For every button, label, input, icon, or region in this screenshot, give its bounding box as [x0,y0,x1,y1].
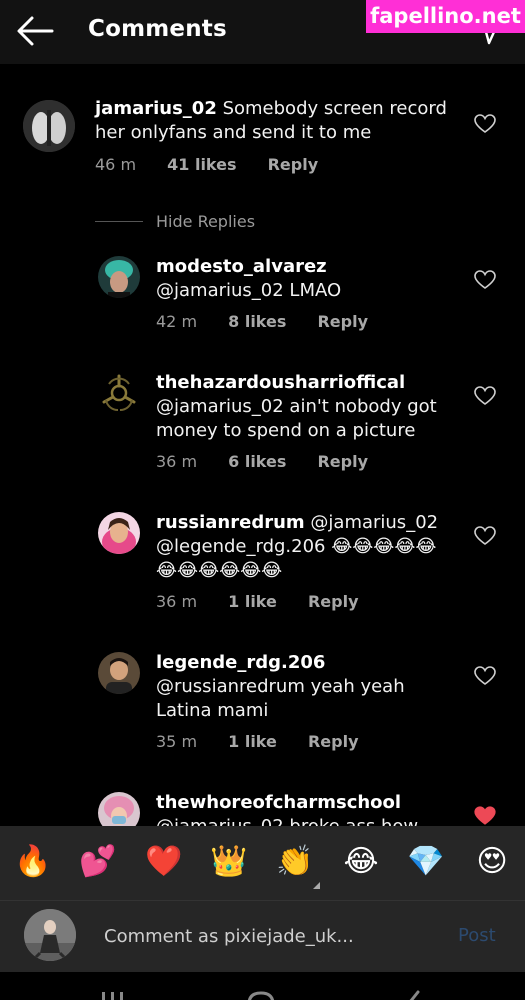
comment-username[interactable]: thewhoreofcharmschool [156,792,401,813]
fire-emoji-button[interactable]: 🔥 [13,842,53,882]
comment-composer: Post [0,900,525,972]
like-button[interactable] [474,526,496,546]
avatar[interactable] [98,792,140,826]
avatar[interactable] [98,652,140,694]
comment-likes[interactable]: 1 like [228,732,277,751]
laughing-emoji-button[interactable]: 😂 [341,842,381,882]
avatar[interactable] [98,372,140,414]
comment-text: @jamarius_02 LMAO [156,280,342,301]
comment-username[interactable]: thehazardousharrioffical [156,372,405,393]
gem-emoji-button[interactable]: 💎 [406,842,446,882]
comment-username[interactable]: modesto_alvarez [156,256,327,277]
comment-username[interactable]: legende_rdg.206 [156,652,325,673]
like-button[interactable] [474,114,496,134]
comment-body: thewhoreofcharmschool @jamarius_02 broke… [156,791,456,826]
reply-item: legende_rdg.206 @russianredrum yeah yeah… [0,646,525,766]
red-heart-emoji-button[interactable]: ❤️ [144,842,184,882]
reply-button[interactable]: Reply [317,312,368,331]
heart-outline-icon [474,114,496,133]
watermark: fapellino.net [366,0,525,33]
comment-time: 36 m [156,592,198,611]
comment-time: 35 m [156,732,198,751]
comment-time: 46 m [95,155,137,174]
like-button[interactable] [474,386,496,406]
back-nav-icon[interactable] [404,990,424,1000]
comment-meta: 42 m 8 likes Reply [156,312,368,331]
crown-emoji-button[interactable]: 👑 [209,842,249,882]
heart-outline-icon [474,526,496,545]
avatar [24,909,76,961]
comment-time: 42 m [156,312,198,331]
emoji-quick-bar: 🔥 💕 ❤️ 👑 👏 😂 💎 😍 [0,826,525,900]
skin-tone-indicator [313,882,320,889]
reply-button[interactable]: Reply [317,452,368,471]
comment-text: @jamarius_02 broke ass how [156,816,418,826]
avatar[interactable] [98,256,140,298]
comment-meta: 46 m 41 likes Reply [95,155,318,174]
clapping-emoji-button[interactable]: 👏 [275,842,315,882]
reply-item: thewhoreofcharmschool @jamarius_02 broke… [0,786,525,826]
comment-likes[interactable]: 8 likes [228,312,286,331]
heart-outline-icon [474,386,496,405]
avatar[interactable] [23,100,75,152]
heart-filled-icon [474,806,496,825]
comments-list[interactable]: jamarius_02 Somebody screen record her o… [0,64,525,826]
comment-username[interactable]: russianredrum [156,512,305,533]
avatar[interactable] [98,512,140,554]
like-button[interactable] [474,806,496,826]
home-icon[interactable] [246,990,276,1000]
comment-body: thehazardousharrioffical @jamarius_02 ai… [156,371,456,443]
reply-item: modesto_alvarez @jamarius_02 LMAO 42 m 8… [0,250,525,340]
divider [95,221,143,222]
page-title: Comments [88,16,227,42]
system-nav-bar [0,972,525,1000]
reply-item: thehazardousharrioffical @jamarius_02 ai… [0,366,525,486]
two-hearts-emoji-button[interactable]: 💕 [78,842,118,882]
comment-input[interactable] [104,923,434,949]
post-button[interactable]: Post [458,925,496,946]
heart-eyes-emoji-button[interactable]: 😍 [472,842,512,882]
comment-text: @jamarius_02 ain't nobody got money to s… [156,396,437,441]
hide-replies-label: Hide Replies [156,212,256,231]
comment-likes[interactable]: 6 likes [228,452,286,471]
comment-meta: 36 m 6 likes Reply [156,452,368,471]
recent-apps-icon[interactable] [100,990,126,1000]
comment-body: russianredrum @jamarius_02 @legende_rdg.… [156,511,456,583]
top-bar: Comments fapellino.net [0,0,525,64]
comment-meta: 36 m 1 like Reply [156,592,359,611]
comment-username[interactable]: jamarius_02 [95,98,217,119]
comment-item: jamarius_02 Somebody screen record her o… [0,64,525,204]
hide-replies-toggle[interactable]: Hide Replies [95,212,295,232]
heart-outline-icon [474,666,496,685]
reply-button[interactable]: Reply [268,155,319,174]
comment-body: jamarius_02 Somebody screen record her o… [95,97,455,145]
heart-outline-icon [474,270,496,289]
comment-likes[interactable]: 41 likes [167,155,236,174]
comment-likes[interactable]: 1 like [228,592,277,611]
back-button[interactable] [14,14,56,48]
like-button[interactable] [474,666,496,686]
comment-body: modesto_alvarez @jamarius_02 LMAO [156,255,456,303]
like-button[interactable] [474,270,496,290]
reply-button[interactable]: Reply [308,732,359,751]
reply-item: russianredrum @jamarius_02 @legende_rdg.… [0,506,525,626]
comment-time: 36 m [156,452,198,471]
comment-text: @russianredrum yeah yeah Latina mami [156,676,405,721]
reply-button[interactable]: Reply [308,592,359,611]
comment-body: legende_rdg.206 @russianredrum yeah yeah… [156,651,456,723]
arrow-left-icon [17,16,54,46]
comment-meta: 35 m 1 like Reply [156,732,359,751]
